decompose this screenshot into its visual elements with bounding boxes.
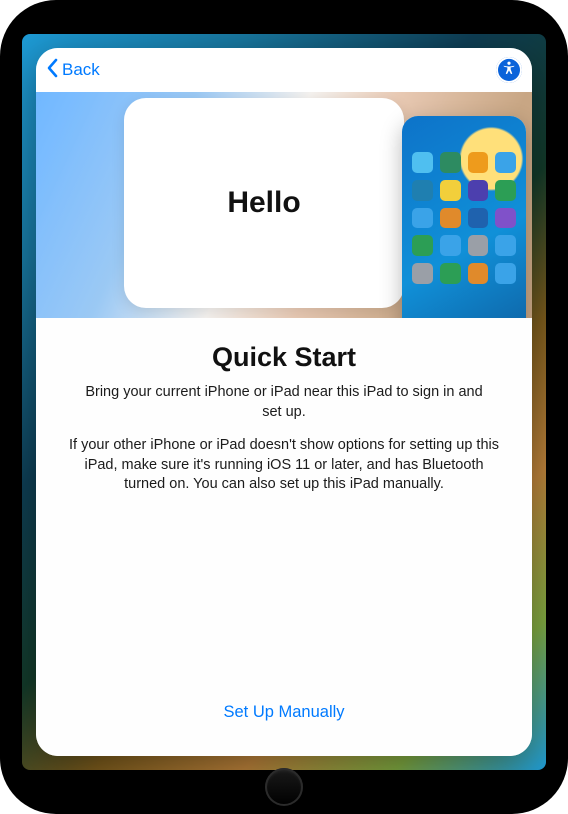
setup-sheet: Back Hello Quick Start <box>36 48 532 756</box>
back-button[interactable]: Back <box>46 58 100 83</box>
instruction-primary: Bring your current iPhone or iPad near t… <box>74 383 494 422</box>
instruction-secondary: If your other iPhone or iPad doesn't sho… <box>66 436 502 495</box>
home-button[interactable] <box>265 768 303 806</box>
app-icon <box>468 208 489 229</box>
app-icon <box>412 180 433 201</box>
app-icon <box>412 235 433 256</box>
hero-area: Hello <box>36 92 532 318</box>
hello-card: Hello <box>124 98 404 308</box>
app-icon <box>495 152 516 173</box>
screen: Back Hello Quick Start <box>22 34 546 770</box>
app-icon <box>412 263 433 284</box>
app-icon <box>412 208 433 229</box>
phone-mockup <box>402 116 526 318</box>
accessibility-icon <box>499 58 519 83</box>
nav-bar: Back <box>36 48 532 92</box>
back-label: Back <box>62 60 100 80</box>
app-icon <box>495 263 516 284</box>
app-icon <box>495 180 516 201</box>
app-icon <box>495 208 516 229</box>
app-icon <box>440 208 461 229</box>
chevron-left-icon <box>46 58 60 83</box>
content-panel: Quick Start Bring your current iPhone or… <box>36 318 532 756</box>
setup-manually-button[interactable]: Set Up Manually <box>223 687 344 740</box>
hello-text: Hello <box>227 186 300 220</box>
page-title: Quick Start <box>212 342 356 373</box>
ipad-frame: Back Hello Quick Start <box>0 0 568 814</box>
app-icon <box>468 235 489 256</box>
app-icon <box>495 235 516 256</box>
app-icon <box>468 263 489 284</box>
app-icon <box>440 263 461 284</box>
app-icon <box>468 180 489 201</box>
app-icon <box>440 180 461 201</box>
phone-app-grid <box>412 152 516 284</box>
app-icon <box>468 152 489 173</box>
app-icon <box>440 235 461 256</box>
app-icon <box>440 152 461 173</box>
accessibility-button[interactable] <box>496 57 522 83</box>
app-icon <box>412 152 433 173</box>
